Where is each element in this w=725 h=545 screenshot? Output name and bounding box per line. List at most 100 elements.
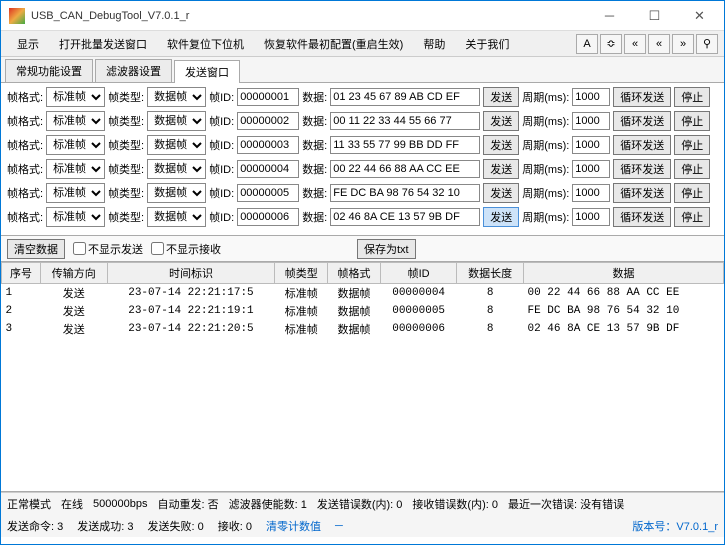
tab-send[interactable]: 发送窗口	[174, 60, 240, 83]
col-data[interactable]: 数据	[524, 263, 724, 284]
frame-format-select[interactable]: 标准帧	[46, 111, 105, 131]
close-button[interactable]: ✕	[677, 2, 722, 30]
menu-about[interactable]: 关于我们	[455, 33, 519, 55]
window-title: USB_CAN_DebugTool_V7.0.1_r	[31, 10, 587, 22]
data-grid-wrap[interactable]: 序号 传输方向 时间标识 帧类型 帧格式 帧ID 数据长度 数据 1发送23-0…	[1, 262, 724, 492]
loop-send-button[interactable]: 循环发送	[613, 159, 671, 179]
col-dir[interactable]: 传输方向	[40, 263, 107, 284]
send-button[interactable]: 发送	[483, 135, 519, 155]
frame-type-select[interactable]: 数据帧	[147, 207, 206, 227]
minimize-button[interactable]: ─	[587, 2, 632, 30]
stop-button[interactable]: 停止	[674, 207, 710, 227]
period-input[interactable]	[572, 112, 610, 130]
hide-send-checkbox-wrap[interactable]: 不显示发送	[73, 241, 143, 257]
data-input[interactable]	[330, 112, 480, 130]
send-button[interactable]: 发送	[483, 207, 519, 227]
send-button[interactable]: 发送	[483, 159, 519, 179]
mid-toolbar: 清空数据 不显示发送 不显示接收 保存为txt	[1, 236, 724, 262]
frame-id-input[interactable]	[237, 88, 299, 106]
data-input[interactable]	[330, 184, 480, 202]
data-input[interactable]	[330, 88, 480, 106]
period-input[interactable]	[572, 88, 610, 106]
status-bar-1: 正常模式 在线 500000bps 自动重发: 否 滤波器使能数: 1 发送错误…	[1, 492, 724, 515]
toolbar-btn-4[interactable]: »	[672, 34, 694, 54]
frame-format-select[interactable]: 标准帧	[46, 207, 105, 227]
frame-id-label: 帧ID:	[209, 185, 234, 201]
col-len[interactable]: 数据长度	[457, 263, 524, 284]
save-txt-button[interactable]: 保存为txt	[357, 239, 416, 259]
frame-type-select[interactable]: 数据帧	[147, 87, 206, 107]
send-row-3: 帧格式:标准帧帧类型:数据帧帧ID:数据:发送周期(ms):循环发送停止	[7, 135, 718, 155]
hide-recv-label: 不显示接收	[166, 241, 221, 257]
frame-type-select[interactable]: 数据帧	[147, 183, 206, 203]
frame-id-input[interactable]	[237, 184, 299, 202]
toolbar-btn-5[interactable]: ⚲	[696, 34, 718, 54]
stop-button[interactable]: 停止	[674, 159, 710, 179]
stop-button[interactable]: 停止	[674, 183, 710, 203]
frame-format-select[interactable]: 标准帧	[46, 159, 105, 179]
period-label: 周期(ms):	[522, 209, 569, 225]
frame-id-input[interactable]	[237, 112, 299, 130]
send-button[interactable]: 发送	[483, 183, 519, 203]
table-row[interactable]: 3发送23-07-14 22:21:20:5标准帧数据帧00000006802 …	[2, 320, 724, 338]
title-bar: USB_CAN_DebugTool_V7.0.1_r ─ ☐ ✕	[1, 1, 724, 31]
status-mode: 正常模式	[7, 496, 51, 512]
menu-help[interactable]: 帮助	[413, 33, 455, 55]
col-type[interactable]: 帧类型	[275, 263, 328, 284]
frame-type-select[interactable]: 数据帧	[147, 111, 206, 131]
data-label: 数据:	[302, 161, 327, 177]
stop-button[interactable]: 停止	[674, 135, 710, 155]
send-button[interactable]: 发送	[483, 87, 519, 107]
loop-send-button[interactable]: 循环发送	[613, 87, 671, 107]
data-input[interactable]	[330, 136, 480, 154]
menu-open-batch[interactable]: 打开批量发送窗口	[49, 33, 157, 55]
frame-format-select[interactable]: 标准帧	[46, 135, 105, 155]
tab-general[interactable]: 常规功能设置	[5, 59, 93, 82]
frame-id-input[interactable]	[237, 208, 299, 226]
send-row-2: 帧格式:标准帧帧类型:数据帧帧ID:数据:发送周期(ms):循环发送停止	[7, 111, 718, 131]
frame-type-select[interactable]: 数据帧	[147, 159, 206, 179]
hide-send-checkbox[interactable]	[73, 242, 86, 255]
toolbar-btn-0[interactable]: A	[576, 34, 598, 54]
stop-button[interactable]: 停止	[674, 111, 710, 131]
table-row[interactable]: 1发送23-07-14 22:21:17:5标准帧数据帧00000004800 …	[2, 284, 724, 303]
menu-soft-reset[interactable]: 软件复位下位机	[157, 33, 254, 55]
period-input[interactable]	[572, 160, 610, 178]
send-button[interactable]: 发送	[483, 111, 519, 131]
hide-recv-checkbox[interactable]	[151, 242, 164, 255]
loop-send-button[interactable]: 循环发送	[613, 135, 671, 155]
frame-id-input[interactable]	[237, 160, 299, 178]
menu-restore-init[interactable]: 恢复软件最初配置(重启生效)	[254, 33, 413, 55]
tab-bar: 常规功能设置 滤波器设置 发送窗口	[1, 57, 724, 83]
stop-button[interactable]: 停止	[674, 87, 710, 107]
tab-filter[interactable]: 滤波器设置	[95, 59, 172, 82]
clear-counter-link[interactable]: 清零计数值	[266, 518, 321, 534]
toolbar-btn-1[interactable]: ≎	[600, 34, 622, 54]
frame-type-select[interactable]: 数据帧	[147, 135, 206, 155]
col-id[interactable]: 帧ID	[380, 263, 456, 284]
loop-send-button[interactable]: 循环发送	[613, 111, 671, 131]
frame-id-input[interactable]	[237, 136, 299, 154]
menu-display[interactable]: 显示	[7, 33, 49, 55]
data-input[interactable]	[330, 160, 480, 178]
col-seq[interactable]: 序号	[2, 263, 41, 284]
frame-format-select[interactable]: 标准帧	[46, 87, 105, 107]
col-time[interactable]: 时间标识	[107, 263, 275, 284]
col-format[interactable]: 帧格式	[328, 263, 381, 284]
frame-format-select[interactable]: 标准帧	[46, 183, 105, 203]
frame-type-label: 帧类型:	[108, 185, 144, 201]
clear-data-button[interactable]: 清空数据	[7, 239, 65, 259]
period-input[interactable]	[572, 208, 610, 226]
period-input[interactable]	[572, 184, 610, 202]
toolbar-btn-3[interactable]: «	[648, 34, 670, 54]
maximize-button[interactable]: ☐	[632, 2, 677, 30]
data-label: 数据:	[302, 185, 327, 201]
toolbar-btn-2[interactable]: «	[624, 34, 646, 54]
data-input[interactable]	[330, 208, 480, 226]
loop-send-button[interactable]: 循环发送	[613, 207, 671, 227]
status-bar-2: 发送命令: 3 发送成功: 3 发送失败: 0 接收: 0 清零计数值 ─ 版本…	[1, 515, 724, 537]
table-row[interactable]: 2发送23-07-14 22:21:19:1标准帧数据帧000000058FE …	[2, 302, 724, 320]
hide-recv-checkbox-wrap[interactable]: 不显示接收	[151, 241, 221, 257]
period-input[interactable]	[572, 136, 610, 154]
loop-send-button[interactable]: 循环发送	[613, 183, 671, 203]
